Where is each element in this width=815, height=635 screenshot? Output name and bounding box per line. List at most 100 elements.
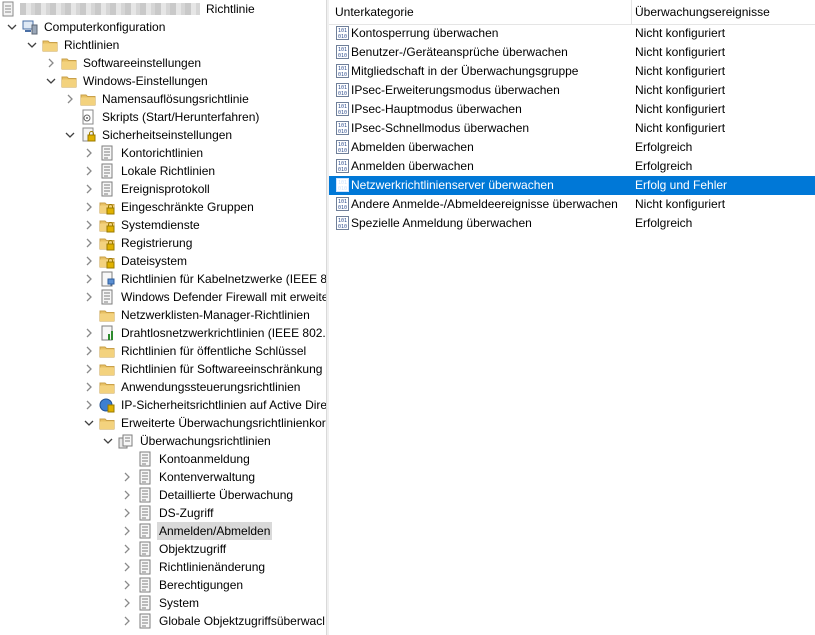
tree-item-richtlinien-fur-softwareeinschrankung[interactable]: Richtlinien für Softwareeinschränkung: [83, 360, 324, 378]
tree-item-computerkonfiguration[interactable]: Computerkonfiguration: [6, 18, 167, 36]
tree-item-drahtlosnetzwerkrichtlinien-ieee-802-1[interactable]: Drahtlosnetzwerkrichtlinien (IEEE 802.1: [83, 324, 326, 342]
list-row[interactable]: 101 010 Mitgliedschaft in der Überwachungs…: [329, 62, 815, 81]
collapse-chevron-icon[interactable]: [64, 126, 76, 144]
binary-policy-icon: 101 010: [335, 44, 351, 60]
expand-chevron-icon[interactable]: [83, 144, 95, 162]
expand-chevron-icon[interactable]: [83, 396, 95, 414]
tree-item-kontenverwaltung[interactable]: Kontenverwaltung: [121, 468, 257, 486]
tree-item-label: Windows-Einstellungen: [83, 74, 208, 88]
expand-chevron-icon[interactable]: [83, 198, 95, 216]
tree-item-detaillierte-uberwachung[interactable]: Detaillierte Überwachung: [121, 486, 295, 504]
collapse-chevron-icon[interactable]: [83, 414, 95, 432]
list-row[interactable]: 101 010 IPsec-Schnellmodus überwachen Nicht…: [329, 119, 815, 138]
tree-item-softwareeinstellungen[interactable]: Softwareeinstellungen: [45, 54, 203, 72]
policy-book-icon: [137, 451, 153, 467]
list-row[interactable]: 101 010 Andere Anmelde-/Abmeldeereignisse …: [329, 195, 815, 214]
expand-chevron-icon[interactable]: [45, 54, 57, 72]
tree-root[interactable]: Richtlinie: [0, 0, 257, 18]
audit-setting-value: Erfolgreich: [635, 159, 693, 173]
tree-item-richtlinien[interactable]: Richtlinien: [26, 36, 121, 54]
expand-chevron-icon[interactable]: [64, 90, 76, 108]
collapse-chevron-icon[interactable]: [45, 72, 57, 90]
tree-item-anmelden-abmelden[interactable]: Anmelden/Abmelden: [121, 522, 273, 540]
tree-item-richtlinien-fur-offentliche-schlussel[interactable]: Richtlinien für öffentliche Schlüssel: [83, 342, 308, 360]
expand-chevron-icon[interactable]: [83, 252, 95, 270]
tree-item-anwendungssteuerungsrichtlinien[interactable]: Anwendungssteuerungsrichtlinien: [83, 378, 302, 396]
tree-item-label: Erweiterte Überwachungsrichtlinienkor: [121, 416, 326, 430]
policy-book-icon: [137, 469, 153, 485]
expand-chevron-icon[interactable]: [83, 216, 95, 234]
policy-book-icon: [137, 577, 153, 593]
tree-item-label: Richtlinien für Softwareeinschränkung: [121, 362, 323, 376]
list-row[interactable]: 101 010 Spezielle Anmeldung überwachen Erfo…: [329, 214, 815, 233]
tree-item-eingeschrankte-gruppen[interactable]: Eingeschränkte Gruppen: [83, 198, 256, 216]
tree-item-objektzugriff[interactable]: Objektzugriff: [121, 540, 228, 558]
tree-item-richtlinienanderung[interactable]: Richtlinienänderung: [121, 558, 267, 576]
expand-chevron-icon[interactable]: [83, 270, 95, 288]
tree-item-ereignisprotokoll[interactable]: Ereignisprotokoll: [83, 180, 212, 198]
tree-item-skripts-start-herunterfahren[interactable]: Skripts (Start/Herunterfahren): [64, 108, 261, 126]
list-row[interactable]: 101 010 IPsec-Erweiterungsmodus überwachen…: [329, 81, 815, 100]
tree-item-namensauflosungsrichtlinie[interactable]: Namensauflösungsrichtlinie: [64, 90, 251, 108]
expand-chevron-icon[interactable]: [121, 468, 133, 486]
details-list[interactable]: Unterkategorie Überwachungsereignisse 10…: [329, 0, 815, 635]
list-row[interactable]: 101 010 Benutzer-/Geräteansprüche überwach…: [329, 43, 815, 62]
list-row[interactable]: 101 010 IPsec-Hauptmodus überwachen Nicht k…: [329, 100, 815, 119]
tree-item-label: Richtlinien: [64, 38, 120, 52]
expand-chevron-icon[interactable]: [83, 162, 95, 180]
expand-chevron-icon[interactable]: [83, 324, 95, 342]
list-row[interactable]: 101 010 Kontosperrung überwachen Nicht konf…: [329, 24, 815, 43]
subcategory-name: Netzwerkrichtlinienserver überwachen: [351, 178, 554, 192]
tree-item-system[interactable]: System: [121, 594, 201, 612]
tree-item-windows-einstellungen[interactable]: Windows-Einstellungen: [45, 72, 210, 90]
security-settings-icon: [80, 127, 96, 143]
tree-item-kontoanmeldung[interactable]: Kontoanmeldung: [121, 450, 252, 468]
expand-chevron-icon[interactable]: [83, 360, 95, 378]
subcategory-name: Abmelden überwachen: [351, 140, 474, 154]
list-row[interactable]: 101 010 Netzwerkrichtlinienserver überwach…: [329, 176, 815, 195]
collapse-chevron-icon[interactable]: [102, 432, 114, 450]
tree-item-berechtigungen[interactable]: Berechtigungen: [121, 576, 245, 594]
expand-chevron-icon[interactable]: [83, 342, 95, 360]
tree-item-dateisystem[interactable]: Dateisystem: [83, 252, 189, 270]
tree-item-richtlinien-fur-kabelnetzwerke-ieee-80[interactable]: Richtlinien für Kabelnetzwerke (IEEE 80: [83, 270, 326, 288]
tree-item-systemdienste[interactable]: Systemdienste: [83, 216, 202, 234]
collapse-chevron-icon[interactable]: [6, 18, 18, 36]
expand-chevron-icon[interactable]: [121, 522, 133, 540]
expand-chevron-icon[interactable]: [121, 612, 133, 630]
expand-chevron-icon[interactable]: [83, 234, 95, 252]
tree-item-registrierung[interactable]: Registrierung: [83, 234, 194, 252]
list-row[interactable]: 101 010 Anmelden überwachen Erfolgreich: [329, 157, 815, 176]
tree-item-kontorichtlinien[interactable]: Kontorichtlinien: [83, 144, 205, 162]
list-row[interactable]: 101 010 Abmelden überwachen Erfolgreich: [329, 138, 815, 157]
expand-chevron-icon[interactable]: [83, 180, 95, 198]
tree-item-netzwerklisten-manager-richtlinien[interactable]: Netzwerklisten-Manager-Richtlinien: [83, 306, 312, 324]
wireless-policy-icon: [99, 325, 115, 341]
svg-text:010: 010: [338, 205, 347, 211]
column-header-audit-events[interactable]: Überwachungsereignisse: [631, 0, 815, 25]
column-header-subcategory[interactable]: Unterkategorie: [329, 0, 632, 25]
navigation-tree[interactable]: Richtlinie Computerkonfiguration Richtlin…: [0, 0, 326, 635]
expand-chevron-icon[interactable]: [121, 576, 133, 594]
tree-item-ip-sicherheitsrichtlinien-auf-active-dire[interactable]: IP-Sicherheitsrichtlinien auf Active Dir…: [83, 396, 326, 414]
expand-chevron-icon[interactable]: [121, 594, 133, 612]
audit-setting-value: Erfolg und Fehler: [635, 178, 728, 192]
expand-chevron-icon[interactable]: [121, 558, 133, 576]
collapse-chevron-icon[interactable]: [26, 36, 38, 54]
tree-item-erweiterte-uberwachungsrichtlinienkor[interactable]: Erweiterte Überwachungsrichtlinienkor: [83, 414, 326, 432]
tree-item-label: Namensauflösungsrichtlinie: [102, 92, 249, 106]
tree-item-sicherheitseinstellungen[interactable]: Sicherheitseinstellungen: [64, 126, 234, 144]
expand-chevron-icon[interactable]: [83, 288, 95, 306]
expand-chevron-icon[interactable]: [121, 540, 133, 558]
script-icon: [80, 109, 96, 125]
subcategory-name: IPsec-Hauptmodus überwachen: [351, 102, 522, 116]
expand-chevron-icon[interactable]: [121, 504, 133, 522]
tree-item-lokale-richtlinien[interactable]: Lokale Richtlinien: [83, 162, 217, 180]
expand-chevron-icon[interactable]: [121, 486, 133, 504]
tree-item-globale-objektzugriffsuberwacl[interactable]: Globale Objektzugriffsüberwacl: [121, 612, 326, 630]
expand-chevron-icon[interactable]: [83, 378, 95, 396]
tree-item-uberwachungsrichtlinien[interactable]: Überwachungsrichtlinien: [102, 432, 273, 450]
tree-item-ds-zugriff[interactable]: DS-Zugriff: [121, 504, 215, 522]
tree-item-windows-defender-firewall-mit-erweite[interactable]: Windows Defender Firewall mit erweite: [83, 288, 326, 306]
folder-icon: [61, 73, 77, 89]
